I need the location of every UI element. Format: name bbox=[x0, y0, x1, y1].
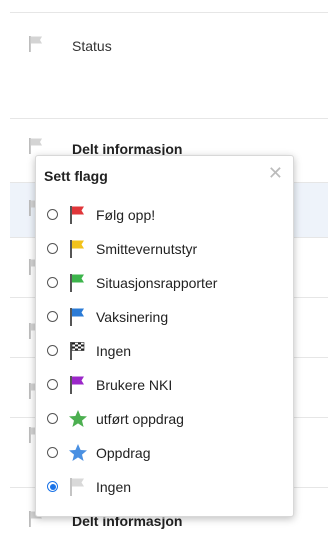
flag-option-oppdrag[interactable]: Oppdrag bbox=[36, 436, 293, 470]
yellow-flag-icon bbox=[67, 239, 89, 259]
radio-button[interactable] bbox=[47, 379, 58, 390]
list-row-label: Status bbox=[72, 38, 112, 54]
checkered-flag-icon bbox=[67, 341, 89, 361]
list-row-status[interactable]: Status bbox=[10, 12, 328, 82]
green-star-icon bbox=[67, 409, 89, 429]
red-flag-icon bbox=[67, 205, 89, 225]
radio-button-selected[interactable] bbox=[47, 481, 58, 492]
flag-option-label: utført oppdrag bbox=[96, 411, 184, 427]
flag-option-brukere-nki[interactable]: Brukere NKI bbox=[36, 368, 293, 402]
flag-option-label: Brukere NKI bbox=[96, 377, 173, 393]
flag-option-vaksinering[interactable]: Vaksinering bbox=[36, 300, 293, 334]
green-flag-icon bbox=[67, 273, 89, 293]
radio-button[interactable] bbox=[47, 277, 58, 288]
radio-button[interactable] bbox=[47, 311, 58, 322]
flag-option-label: Følg opp! bbox=[96, 207, 156, 223]
popup-title: Sett flagg bbox=[44, 168, 108, 184]
flag-option-ingen-none[interactable]: Ingen bbox=[36, 470, 293, 504]
flag-option-label: Ingen bbox=[96, 479, 132, 495]
flag-option-smittevernutstyr[interactable]: Smittevernutstyr bbox=[36, 232, 293, 266]
radio-button[interactable] bbox=[47, 413, 58, 424]
flag-option-label: Vaksinering bbox=[96, 309, 169, 325]
flag-option-ingen-checkered[interactable]: Ingen bbox=[36, 334, 293, 368]
purple-flag-icon bbox=[67, 375, 89, 395]
set-flag-popup: Sett flagg ✕ Følg opp! Smittevernutstyr … bbox=[35, 155, 294, 517]
radio-button[interactable] bbox=[47, 209, 58, 220]
gray-flag-icon bbox=[27, 35, 45, 58]
flag-option-label: Situasjonsrapporter bbox=[96, 275, 218, 291]
blue-flag-icon bbox=[67, 307, 89, 327]
flag-option-situasjonsrapporter[interactable]: Situasjonsrapporter bbox=[36, 266, 293, 300]
flag-option-label: Smittevernutstyr bbox=[96, 241, 198, 257]
gray-flag-icon bbox=[67, 477, 89, 497]
flag-option-folg-opp[interactable]: Følg opp! bbox=[36, 198, 293, 232]
flag-option-label: Ingen bbox=[96, 343, 132, 359]
flag-option-utfort-oppdrag[interactable]: utført oppdrag bbox=[36, 402, 293, 436]
close-icon[interactable]: ✕ bbox=[268, 164, 283, 182]
blue-star-icon bbox=[67, 443, 89, 463]
flag-option-label: Oppdrag bbox=[96, 445, 151, 461]
radio-button[interactable] bbox=[47, 447, 58, 458]
radio-button[interactable] bbox=[47, 345, 58, 356]
radio-button[interactable] bbox=[47, 243, 58, 254]
